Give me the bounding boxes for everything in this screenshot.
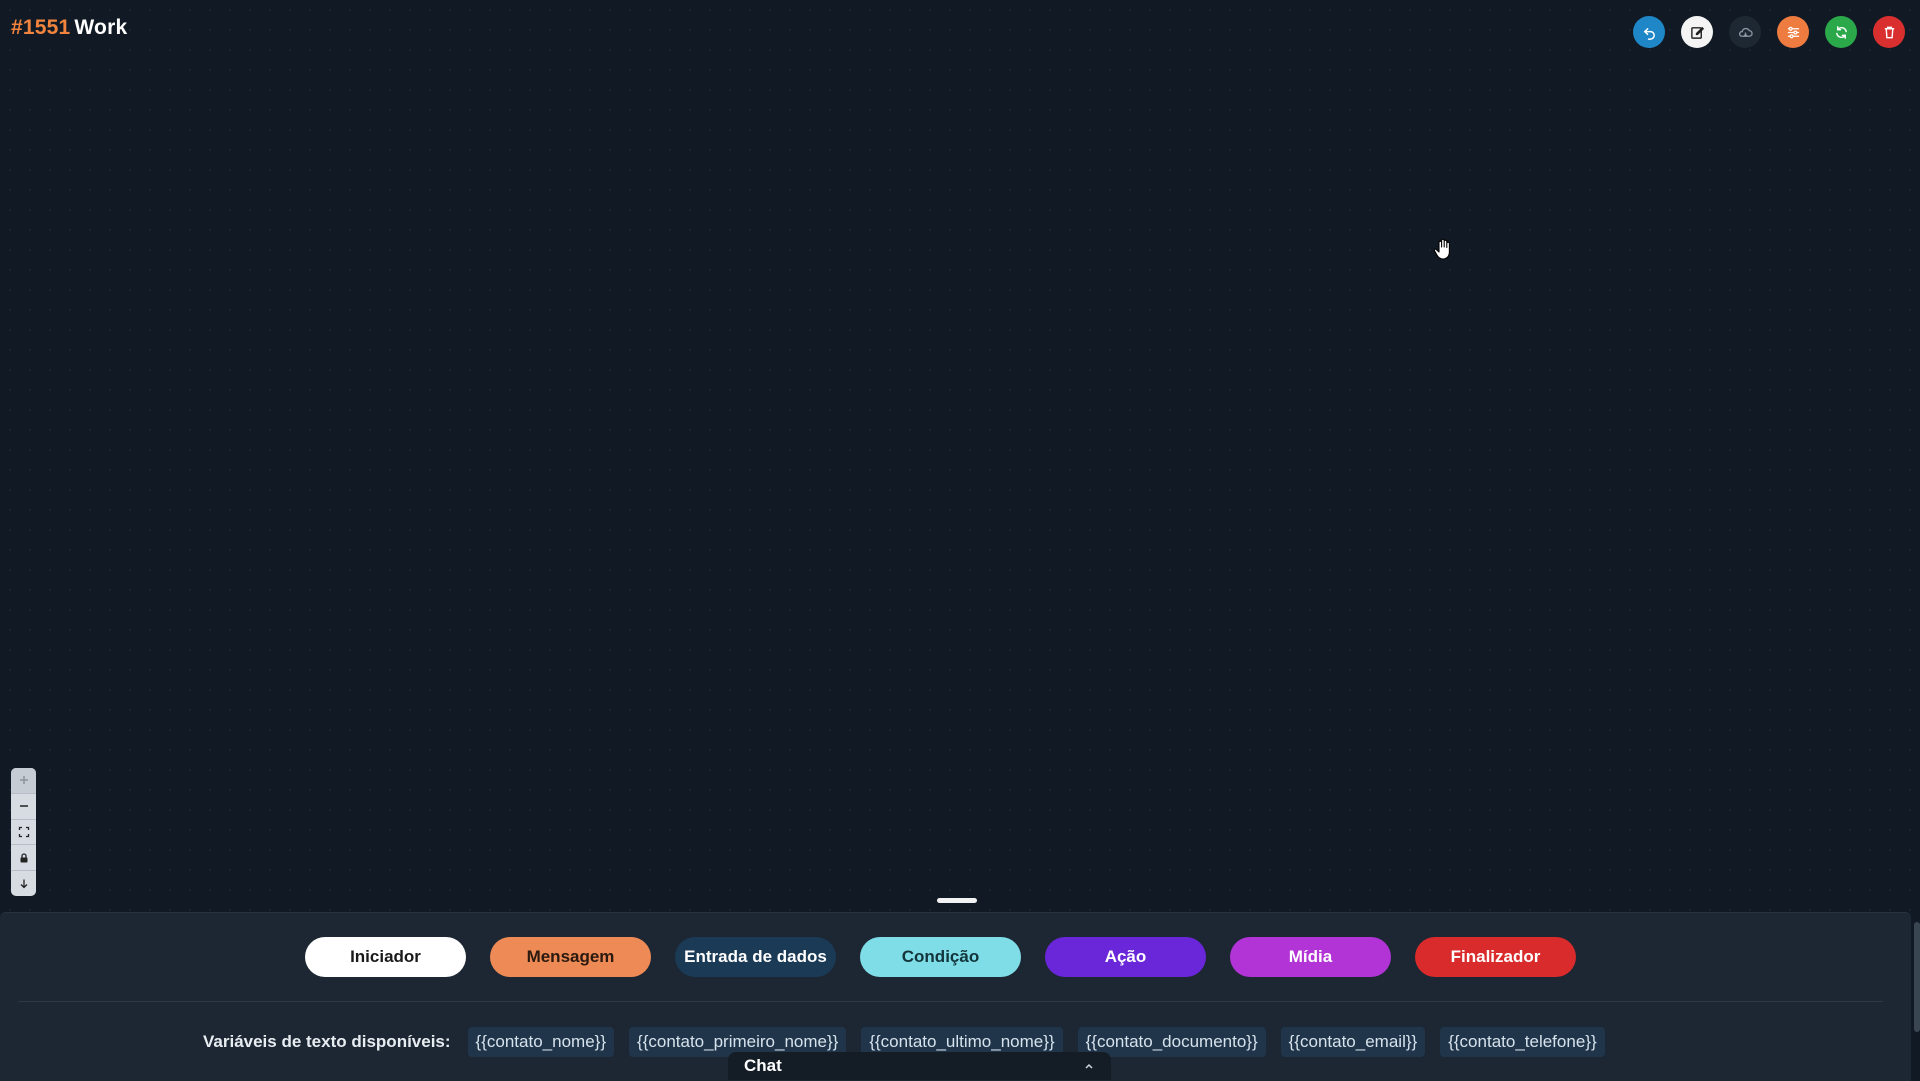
node-type-condi-o[interactable]: Condição [860,937,1021,977]
cloud-icon [1738,27,1753,37]
zoom-out-button[interactable] [11,794,36,820]
zoom-controls [11,768,36,896]
zoom-in-button[interactable] [11,768,36,794]
lock-icon [20,853,27,863]
settings-button[interactable] [1777,16,1809,48]
variable-tag[interactable]: {{contato_nome}} [467,1027,615,1057]
download-button[interactable] [11,871,36,896]
node-type-m-dia[interactable]: Mídia [1230,937,1391,977]
chat-toggle[interactable]: Chat [728,1052,1111,1080]
node-type-finalizador[interactable]: Finalizador [1415,937,1576,977]
chat-label: Chat [744,1056,782,1075]
undo-button[interactable] [1633,16,1665,48]
variable-tag[interactable]: {{contato_telefone}} [1440,1027,1605,1057]
refresh-button[interactable] [1825,16,1857,48]
node-type-list: Iniciador Mensagem Entrada de dados Condiçã… [305,937,1576,977]
fit-view-icon [18,826,29,838]
hand-cursor-icon [1433,238,1450,260]
delete-button[interactable] [1873,16,1905,48]
download-icon [20,879,27,888]
top-toolbar [1633,16,1905,48]
panel-scrollbar[interactable] [1914,922,1920,1032]
flow-name: Work [74,16,128,39]
panel-divider [18,1001,1883,1002]
trash-icon [1884,26,1894,38]
zoom-out-icon [19,805,28,807]
variables-label: Variáveis de texto disponíveis: [203,1032,451,1051]
variable-tag[interactable]: {{contato_email}} [1280,1027,1426,1057]
cloud-button[interactable] [1729,16,1761,48]
node-type-a-o[interactable]: Ação [1045,937,1206,977]
zoom-in-icon [19,776,28,785]
node-type-iniciador[interactable]: Iniciador [305,937,466,977]
undo-icon [1643,27,1655,40]
flow-number: #1551 [11,16,71,39]
edit-icon [1690,26,1704,39]
node-type-mensagem[interactable]: Mensagem [490,937,651,977]
fit-view-button[interactable] [11,820,36,846]
edit-button[interactable] [1681,16,1713,48]
sliders-icon [1787,26,1799,38]
panel-drag-handle[interactable] [937,898,977,903]
lock-button[interactable] [11,845,36,872]
chevron-up-icon [1085,1063,1093,1069]
refresh-icon [1835,25,1847,39]
node-type-entrada-de-dados[interactable]: Entrada de dados [675,937,836,977]
flow-title: #1551 Work [11,16,127,40]
